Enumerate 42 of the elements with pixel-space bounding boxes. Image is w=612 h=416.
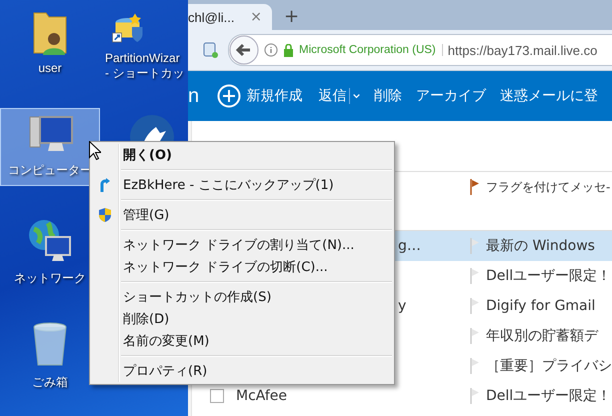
message-sender[interactable]: g… [398,238,421,254]
flag-icon[interactable] [470,179,480,195]
menu-item[interactable]: 管理(G) [90,204,394,226]
menu-item[interactable]: ショートカットの作成(S) [90,286,394,308]
message-subject[interactable]: ［重要］プライバシ [486,357,612,375]
message-sender[interactable]: McAfee [236,388,288,404]
back-button[interactable] [229,35,259,65]
address-bar[interactable]: Microsoft Corporation (US) https://bay173.mail.live.co [228,34,612,66]
reply-button[interactable]: 返信 [318,87,346,105]
message-subject[interactable]: フラグを付けてメッセ- [486,178,610,196]
archive-button[interactable]: アーカイブ [416,87,486,105]
desktop-icon-label[interactable]: PartitionWizar - ショートカッ [105,51,184,81]
shield-icon [98,207,112,223]
message-subject[interactable]: Dellユーザー限定！ [486,387,612,405]
message-subject[interactable]: Digify for Gmail [486,298,596,314]
curved-arrow-icon [99,178,111,192]
menu-item[interactable]: 削除(D) [90,308,394,330]
delete-button[interactable]: 削除 [374,87,402,105]
scroll-icon[interactable] [202,41,218,59]
message-subject[interactable]: Dellユーザー限定！ [486,267,612,285]
message-sender[interactable]: y [398,298,406,314]
checkbox[interactable] [210,389,224,403]
close-icon[interactable]: × [250,9,262,25]
browser-tab[interactable]: chl@li... × [188,4,272,30]
caret-icon[interactable] [353,92,360,100]
info-icon[interactable] [264,43,278,57]
lock-icon [283,44,294,56]
site-identity[interactable]: Microsoft Corporation (US) [299,44,443,56]
plus-circle-icon [217,84,242,108]
app-brand: n [188,84,200,108]
desktop-icon-label[interactable]: ネットワーク [14,271,86,286]
mouse-pointer-icon [89,141,101,160]
new-tab-button[interactable]: + [284,6,300,27]
new-message-button[interactable]: 新規作成 [217,84,302,108]
message-subject[interactable]: 最新の Windows [486,237,595,255]
message-subject[interactable]: 年収別の貯蓄額デ [486,327,598,345]
junk-button[interactable]: 迷惑メールに登 [500,87,598,105]
desktop-icon-label[interactable]: user [38,61,62,76]
menu-item[interactable]: プロパティ(R) [90,360,394,382]
menu-item[interactable]: 名前の変更(M) [90,330,394,352]
url-text[interactable]: https://bay173.mail.live.co [448,42,598,58]
desktop-icon-label[interactable]: ごみ箱 [32,375,68,390]
